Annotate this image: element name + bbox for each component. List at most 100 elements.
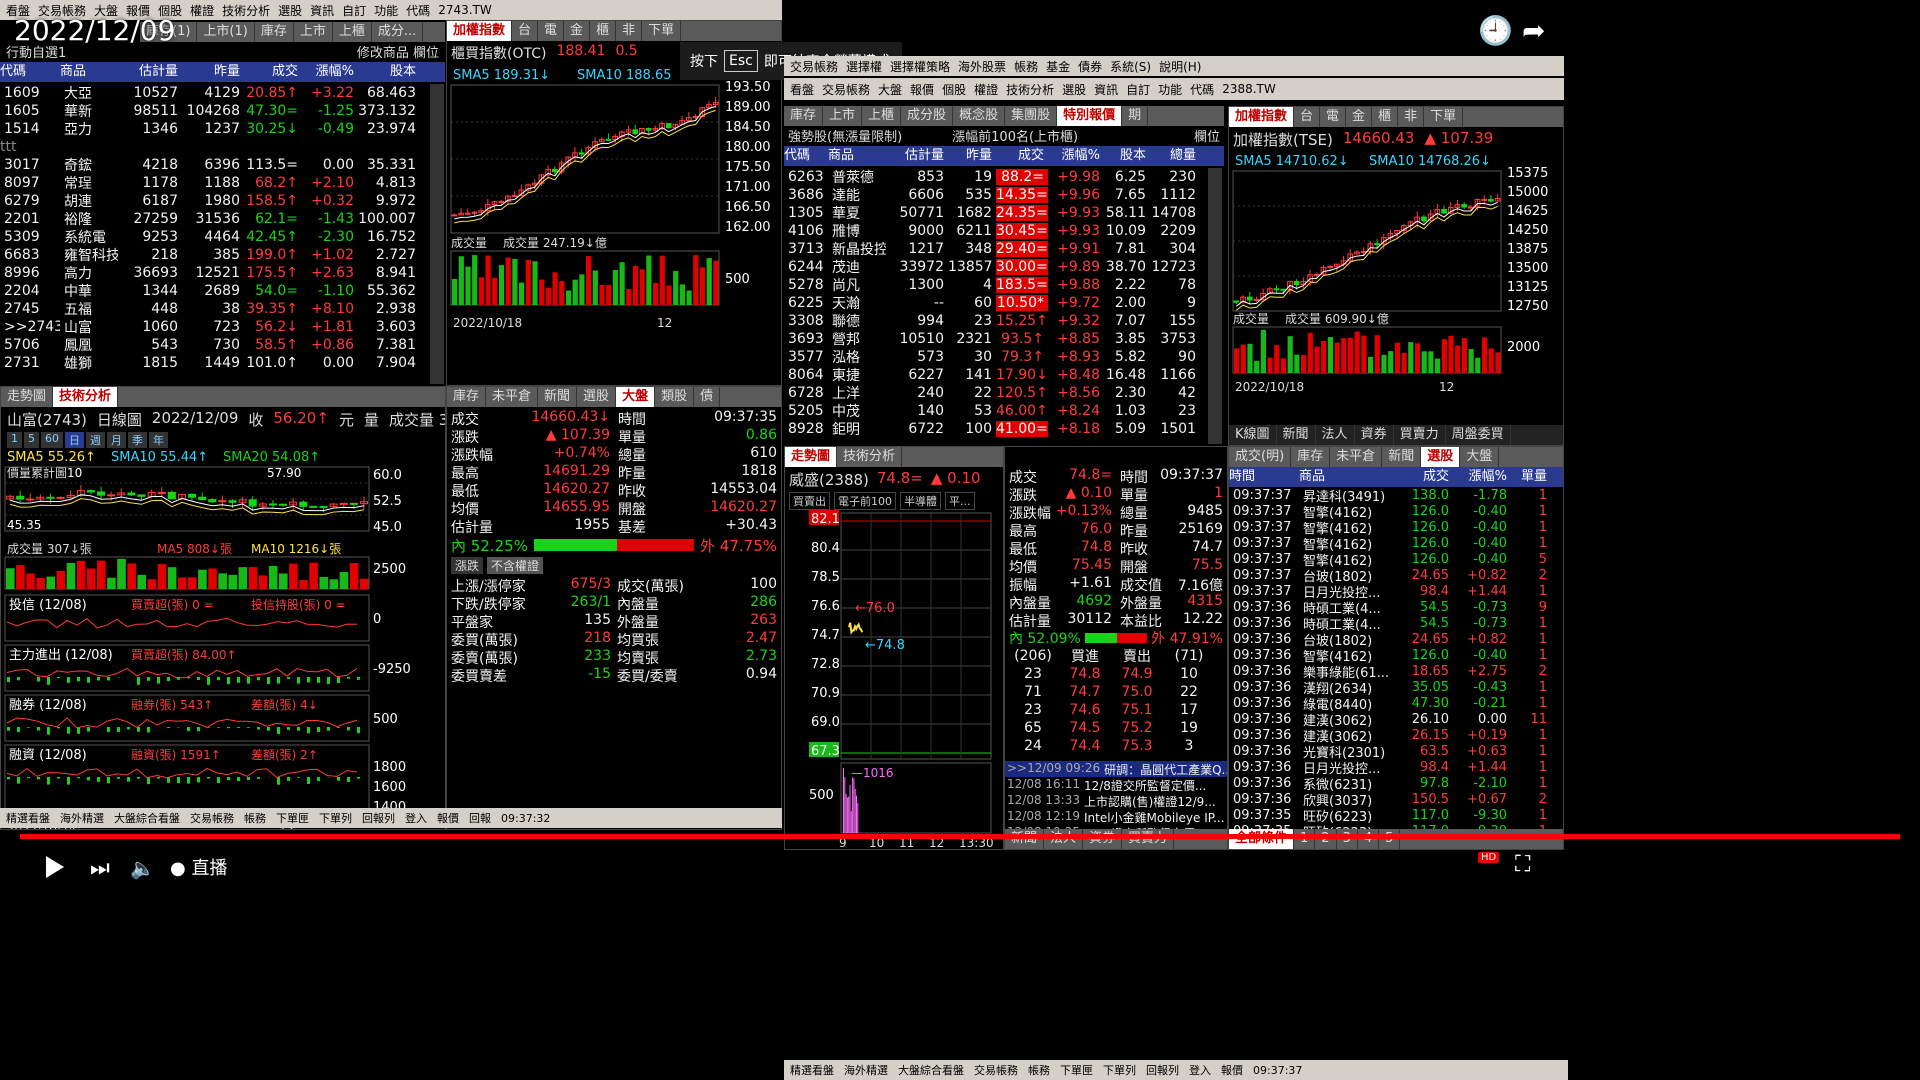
right-table-row[interactable]: 3686 達能 6606 535 14.35= +9.96 7.65 1112: [784, 186, 1208, 204]
left-menu-6[interactable]: 技術分析: [222, 2, 270, 19]
right-tool-11[interactable]: 代碼: [1190, 81, 1214, 98]
book-row[interactable]: 71 74.7 75.0 22: [1005, 683, 1227, 701]
right-tool-2[interactable]: 大盤: [878, 81, 902, 98]
ticks-tab-0[interactable]: 成交(明): [1229, 447, 1292, 467]
trend-tab-1[interactable]: 技術分析: [837, 447, 903, 467]
ticks-tab-2[interactable]: 未平倉: [1330, 447, 1383, 467]
left-list-scrollbar[interactable]: [430, 84, 444, 384]
trend-btn-0[interactable]: 買賣出: [789, 492, 830, 510]
trend-btn-2[interactable]: 半導體: [900, 492, 941, 510]
edit-items-link[interactable]: 修改商品: [357, 46, 409, 61]
right-menu-1[interactable]: 選擇權: [846, 58, 882, 75]
taiex-subtab-5[interactable]: 周盤委買: [1446, 425, 1511, 445]
right-table-row[interactable]: 8064 東捷 6227 141 17.90↓ +8.48 16.48 1166: [784, 366, 1208, 384]
quote-tab-3[interactable]: 選股: [577, 387, 617, 407]
taiex-subtab-2[interactable]: 法人: [1316, 425, 1355, 445]
left-table-row[interactable]: 6683 雍智科技 218 385 199.0↑ +1.02 2.727: [0, 246, 430, 264]
trend-chart[interactable]: 82.1 80.4 78.5 76.6 74.7 72.8 70.9 69.0 67.3 ←76.…: [785, 509, 1004, 849]
tech-tab-1[interactable]: 技術分析: [53, 387, 119, 407]
right-list-scrollbar[interactable]: [1208, 168, 1222, 444]
right-table-row[interactable]: 3308 聯德 994 23 15.25↑ +9.32 7.07 155: [784, 312, 1208, 330]
left-status-0[interactable]: 精選看盤: [6, 810, 50, 826]
period-btn-7[interactable]: 年: [149, 432, 168, 448]
quote-tab-2[interactable]: 新聞: [538, 387, 578, 407]
otc-tab-6[interactable]: 下單: [642, 21, 682, 41]
right-table-row[interactable]: 3577 泓格 573 30 79.3↑ +8.93 5.82 90: [784, 348, 1208, 366]
right-tool-6[interactable]: 技術分析: [1006, 81, 1054, 98]
right-list-tab-4[interactable]: 概念股: [953, 106, 1006, 126]
right-table-row[interactable]: 3713 新晶投控 1217 348 29.40= +9.91 7.81 304: [784, 240, 1208, 258]
right-table-row[interactable]: 3693 營邦 10510 2321 93.5↑ +8.85 3.85 3753: [784, 330, 1208, 348]
right-list-tab-6[interactable]: 特別報價: [1057, 106, 1123, 126]
left-table-row[interactable]: 1609 大亞 10527 4129 20.85↑ +3.22 68.463: [0, 84, 430, 102]
right-menu-0[interactable]: 交易帳務: [790, 58, 838, 75]
right-col-2[interactable]: 估計量: [886, 146, 948, 166]
trend-tab-0[interactable]: 走勢圖: [785, 447, 838, 467]
taiex-tab-1[interactable]: 台: [1294, 107, 1321, 127]
right-status-2[interactable]: 大盤綜合看盤: [898, 1062, 964, 1078]
book-row[interactable]: 65 74.5 75.2 19: [1005, 719, 1227, 737]
right-list-tab-1[interactable]: 上市: [823, 106, 863, 126]
left-status-7[interactable]: 回報列: [362, 810, 395, 826]
left-table-row[interactable]: 3017 奇鋐 4218 6396 113.5= 0.00 35.331: [0, 156, 430, 174]
otc-tab-1[interactable]: 台: [512, 21, 539, 41]
left-col-2[interactable]: 估計量: [118, 62, 182, 82]
right-table-row[interactable]: 6263 普萊德 853 19 88.2= +9.98 6.25 230: [784, 168, 1208, 186]
right-list-tab-7[interactable]: 期: [1122, 106, 1149, 126]
right-col-3[interactable]: 昨量: [948, 146, 996, 166]
quote-tab-4[interactable]: 大盤: [616, 387, 656, 407]
left-col-1[interactable]: 商品: [60, 62, 118, 82]
right-table-row[interactable]: 6244 茂迪 33972 13857 30.00= +9.89 38.70 12723: [784, 258, 1208, 276]
book-row[interactable]: 24 74.4 75.3 3: [1005, 737, 1227, 755]
taiex-subtab-1[interactable]: 新聞: [1277, 425, 1316, 445]
right-table-row[interactable]: 6225 天瀚 -- 60 10.50* +9.72 2.00 9: [784, 294, 1208, 312]
right-menu-3[interactable]: 海外股票: [958, 58, 1006, 75]
volume-icon[interactable]: 🔈: [130, 856, 155, 880]
period-btn-6[interactable]: 季: [128, 432, 147, 448]
book-row[interactable]: 23 74.6 75.1 17: [1005, 701, 1227, 719]
left-status-11[interactable]: 09:37:32: [501, 812, 550, 825]
right-status-4[interactable]: 帳務: [1028, 1062, 1050, 1078]
left-list-tab-4[interactable]: 上櫃: [333, 22, 372, 42]
tick-row[interactable]: 09:37:36 系微(6231) 97.8 -2.10 1: [1229, 775, 1551, 792]
right-menu-8[interactable]: 說明(H): [1159, 58, 1201, 75]
exclude-warrant-button[interactable]: 不含權證: [487, 557, 544, 574]
left-status-1[interactable]: 海外精選: [60, 810, 104, 826]
left-col-3[interactable]: 昨量: [182, 62, 244, 82]
tick-row[interactable]: 09:37:36 時碩工業(4... 54.5 -0.73 1: [1229, 615, 1551, 632]
left-table-row[interactable]: 8996 高力 36693 12521 175.5↑ +2.63 8.941: [0, 264, 430, 282]
right-status-7[interactable]: 回報列: [1146, 1062, 1179, 1078]
quote-tab-6[interactable]: 債: [694, 387, 721, 407]
left-menu-5[interactable]: 權證: [190, 2, 214, 19]
share-icon[interactable]: ➦: [1522, 14, 1545, 47]
left-col-5[interactable]: 漲幅%: [302, 62, 358, 82]
right-col-0[interactable]: 代碼: [784, 146, 828, 166]
right-col-4[interactable]: 成交: [996, 146, 1048, 166]
ticks-tab-4[interactable]: 選股: [1421, 447, 1461, 467]
left-table-row[interactable]: 1605 華新 98511 104268 47.30= -1.25 373.132: [0, 102, 430, 120]
updown-button[interactable]: 漲跌: [451, 557, 484, 574]
left-status-6[interactable]: 下單列: [319, 810, 352, 826]
taiex-tab-3[interactable]: 金: [1346, 107, 1373, 127]
right-menu-4[interactable]: 帳務: [1014, 58, 1038, 75]
left-status-3[interactable]: 交易帳務: [190, 810, 234, 826]
period-btn-0[interactable]: 1: [7, 432, 22, 448]
right-status-1[interactable]: 海外精選: [844, 1062, 888, 1078]
right-status-6[interactable]: 下單列: [1103, 1062, 1136, 1078]
news-item[interactable]: 12/08 16:11 12/8證交所監督定價...: [1005, 777, 1227, 793]
ticks-tab-5[interactable]: 大盤: [1460, 447, 1500, 467]
tick-row[interactable]: 09:37:36 建漢(3062) 26.15 +0.19 1: [1229, 727, 1551, 744]
tick-row[interactable]: 09:37:36 綠電(8440) 47.30 -0.21 1: [1229, 695, 1551, 712]
period-btn-4[interactable]: 週: [86, 432, 105, 448]
left-table-row[interactable]: 2745 五福 448 38 39.35↑ +8.10 2.938: [0, 300, 430, 318]
period-btn-5[interactable]: 月: [107, 432, 126, 448]
taiex-chart[interactable]: SMA5 14710.62↓ SMA10 14768.26↓ 15375 15000 1…: [1229, 151, 1564, 405]
right-tool-9[interactable]: 自訂: [1126, 81, 1150, 98]
ticks-tab-3[interactable]: 新聞: [1382, 447, 1422, 467]
left-table-row[interactable]: 2204 中華 1344 2689 54.0= -1.10 55.362: [0, 282, 430, 300]
right-columns-link[interactable]: 欄位: [1194, 126, 1220, 146]
right-table-row[interactable]: 8928 鉅明 6722 100 41.00= +8.18 5.09 1501: [784, 420, 1208, 438]
right-tool-5[interactable]: 權證: [974, 81, 998, 98]
tech-tab-0[interactable]: 走勢圖: [1, 387, 54, 407]
right-tool-12[interactable]: 2388.TW: [1222, 82, 1276, 96]
